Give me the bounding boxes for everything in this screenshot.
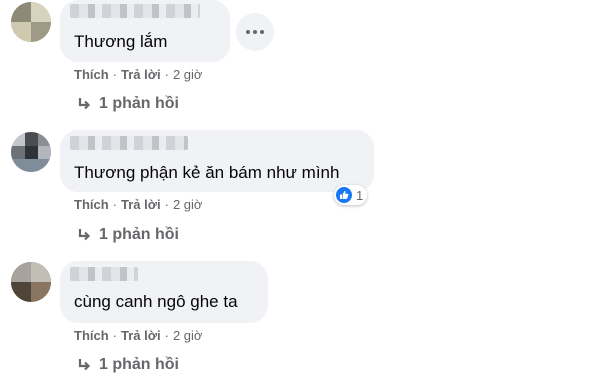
reply-arrow-icon xyxy=(78,229,91,241)
replies-count: 1 phản hồi xyxy=(99,356,179,373)
author-name-blurred[interactable] xyxy=(70,136,188,150)
like-reaction-icon xyxy=(336,187,352,203)
like-link[interactable]: Thích xyxy=(74,328,109,343)
view-replies-link[interactable]: 1 phản hồi xyxy=(77,356,179,374)
comment-bubble: cùng canh ngô ghe ta xyxy=(60,261,268,323)
timestamp[interactable]: 2 giờ xyxy=(173,328,203,343)
comment-bubble: Thương phận kẻ ăn bám như mình xyxy=(60,130,374,192)
replies-count: 1 phản hồi xyxy=(99,95,179,112)
avatar[interactable] xyxy=(11,262,51,302)
more-options-button[interactable] xyxy=(236,13,274,51)
comment-actions: Thích · Trả lời · 2 giờ xyxy=(74,67,203,82)
timestamp[interactable]: 2 giờ xyxy=(173,197,203,212)
comment-text: Thương lắm xyxy=(74,32,168,51)
comment-bubble: Thương lắm xyxy=(60,0,230,62)
reply-arrow-icon xyxy=(78,98,91,110)
comment-actions: Thích · Trả lời · 2 giờ xyxy=(74,328,203,343)
author-name-blurred[interactable] xyxy=(70,267,138,281)
like-link[interactable]: Thích xyxy=(74,197,109,212)
comment-text: cùng canh ngô ghe ta xyxy=(74,292,238,311)
timestamp[interactable]: 2 giờ xyxy=(173,67,203,82)
view-replies-link[interactable]: 1 phản hồi xyxy=(77,226,179,244)
avatar[interactable] xyxy=(11,132,51,172)
reply-link[interactable]: Trả lời xyxy=(121,197,161,212)
reply-arrow-icon xyxy=(78,359,91,371)
reaction-summary[interactable]: 1 xyxy=(334,185,368,205)
replies-count: 1 phản hồi xyxy=(99,226,179,243)
view-replies-link[interactable]: 1 phản hồi xyxy=(77,95,179,113)
reply-link[interactable]: Trả lời xyxy=(121,67,161,82)
avatar[interactable] xyxy=(11,2,51,42)
reply-link[interactable]: Trả lời xyxy=(121,328,161,343)
reaction-count: 1 xyxy=(356,187,364,203)
comment-text: Thương phận kẻ ăn bám như mình xyxy=(74,163,340,182)
more-options-icon xyxy=(246,30,250,34)
comment-actions: Thích · Trả lời · 2 giờ xyxy=(74,197,203,212)
like-link[interactable]: Thích xyxy=(74,67,109,82)
author-name-blurred[interactable] xyxy=(70,4,200,18)
